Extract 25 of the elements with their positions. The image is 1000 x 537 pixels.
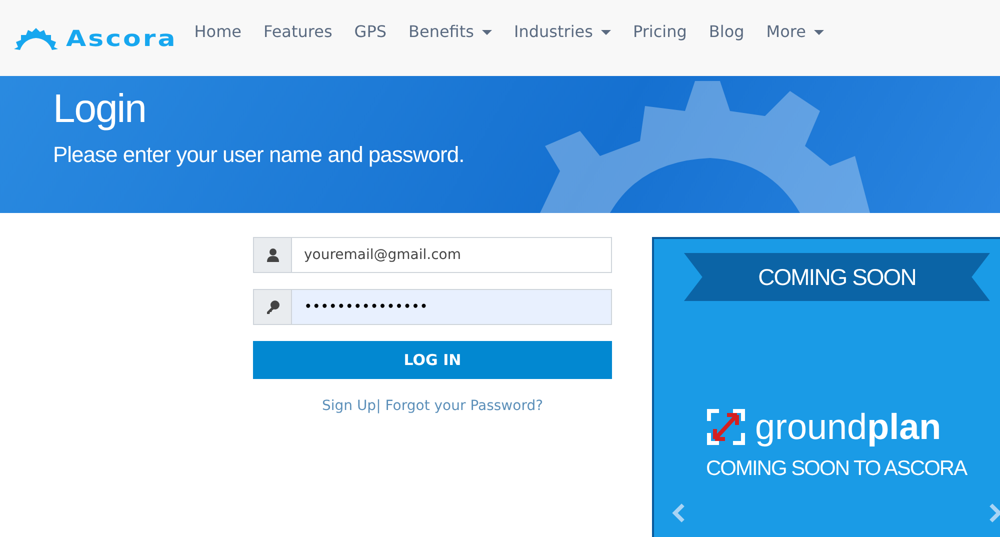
gear-logo-icon xyxy=(12,27,60,51)
sign-up-link[interactable]: Sign Up xyxy=(322,398,376,414)
next-arrow-icon[interactable] xyxy=(988,501,1000,525)
expand-arrow-icon xyxy=(706,409,745,445)
nav-link[interactable]: Blog xyxy=(698,18,756,46)
forgot-password-link[interactable]: Forgot your Password? xyxy=(385,398,544,414)
product-logo-text: groundplan xyxy=(754,409,942,445)
nav-link[interactable]: Features xyxy=(252,18,344,46)
email-field[interactable]: youremail@gmail.com xyxy=(292,237,612,273)
nav-link[interactable]: Pricing xyxy=(622,18,698,46)
nav-link[interactable]: Home xyxy=(183,18,252,46)
user-icon xyxy=(266,248,278,262)
nav-dropdown[interactable]: Benefits xyxy=(398,18,503,46)
ribbon-banner: COMING SOON xyxy=(684,253,990,301)
login-button[interactable]: LOG IN xyxy=(253,341,612,379)
nav-link[interactable]: GPS xyxy=(343,18,398,46)
nav-dropdown[interactable]: More xyxy=(755,18,835,46)
page-subtitle: Please enter your user name and password. xyxy=(53,141,466,169)
previous-arrow-icon[interactable] xyxy=(672,501,686,525)
key-icon xyxy=(266,300,280,314)
nav-dropdown[interactable]: Industries xyxy=(503,18,622,46)
password-field[interactable]: ••••••••••••••• xyxy=(292,289,612,325)
link-separator: | xyxy=(376,398,381,414)
page-title: Login xyxy=(53,86,147,133)
promo-tagline: COMING SOON TO ASCORA xyxy=(706,456,968,482)
